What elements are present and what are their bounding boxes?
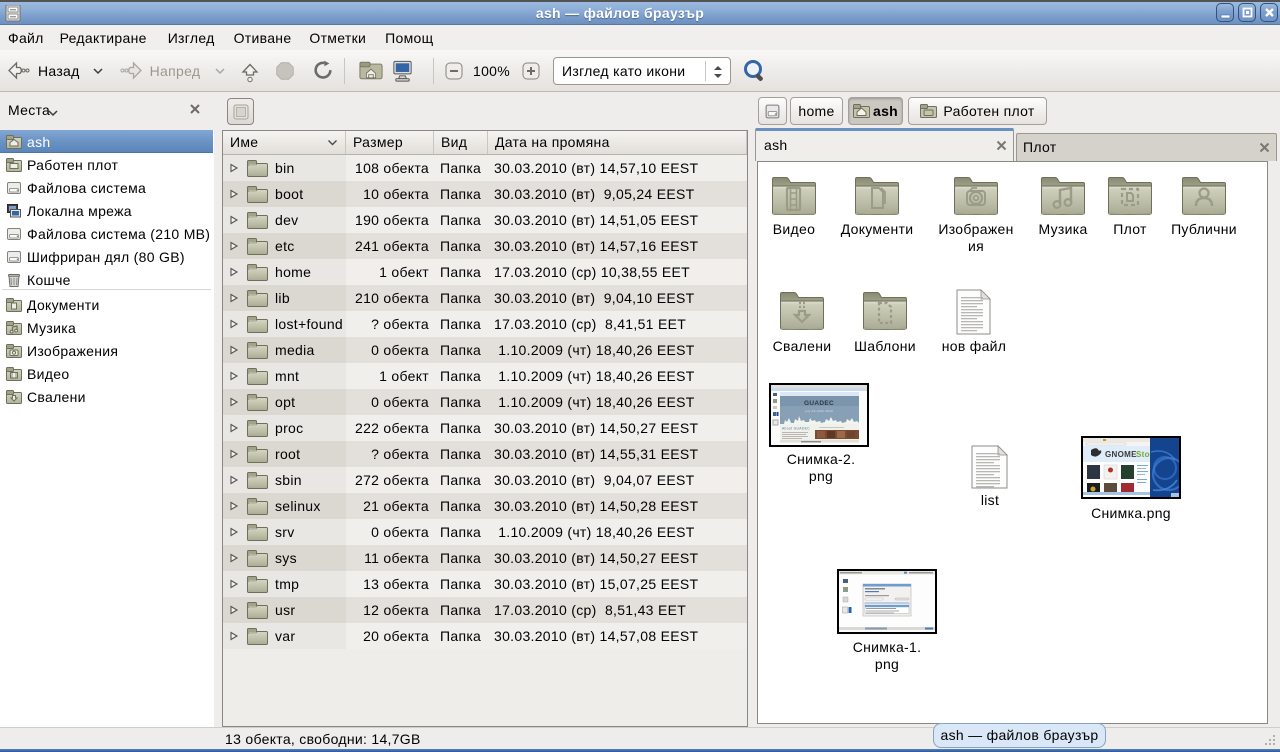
svg-text:GUADEC: GUADEC [804,400,834,407]
svg-text:july 24-30th 2010: july 24-30th 2010 [804,409,833,413]
svg-text:GNOME: GNOME [1105,450,1137,459]
svg-text:About GUADEC: About GUADEC [782,427,810,431]
